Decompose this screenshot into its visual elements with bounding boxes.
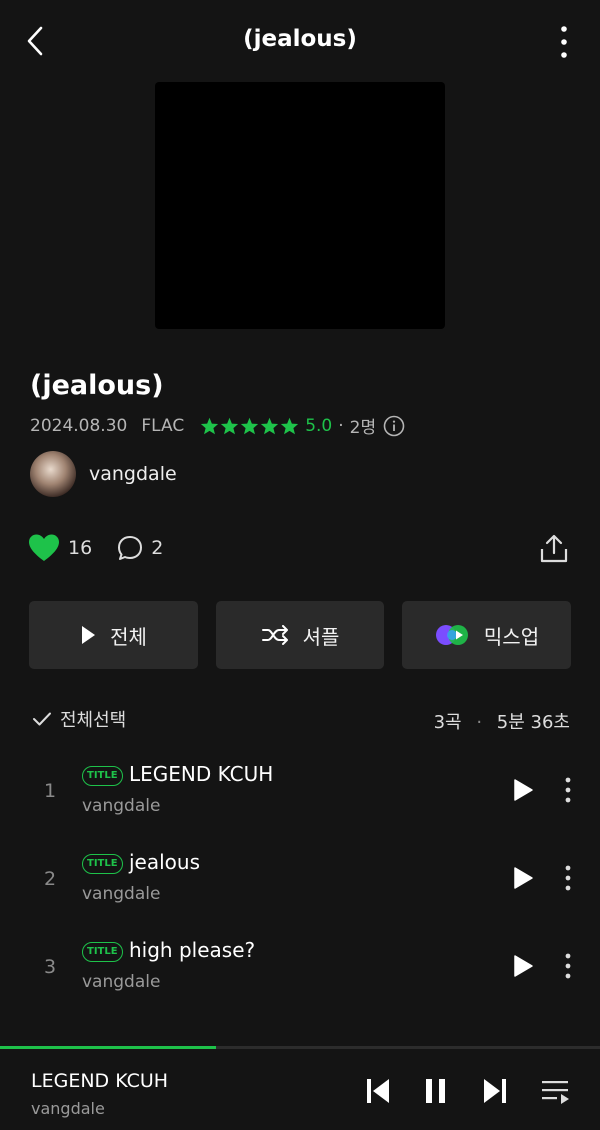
previous-button[interactable] [365, 1077, 391, 1109]
rating-count: 2명 [349, 418, 377, 438]
select-all-toggle[interactable]: 전체선택 [32, 706, 126, 732]
track-summary: 3곡 · 5분 36초 [434, 708, 570, 734]
track-title: jealous [129, 850, 201, 874]
star-icon [201, 417, 219, 434]
queue-icon [542, 1081, 569, 1104]
playlist-button[interactable] [541, 1079, 571, 1109]
play-icon [514, 955, 533, 977]
mixup-label: 믹스업 [483, 624, 540, 649]
comment-icon[interactable] [116, 534, 144, 562]
next-button[interactable] [482, 1077, 508, 1109]
track-more-button[interactable] [558, 776, 578, 804]
star-icon [221, 417, 239, 434]
mixup-button[interactable]: 믹스업 [402, 601, 571, 669]
track-row[interactable]: 2 TITLE jealous vangdale [0, 840, 600, 928]
page-title: (jealous) [243, 26, 357, 52]
artist-link[interactable]: vangdale [30, 451, 177, 497]
comment-count: 2 [151, 537, 164, 559]
audio-format: FLAC [141, 415, 185, 436]
more-vertical-icon [565, 953, 571, 979]
star-icon [261, 417, 279, 434]
track-number: 3 [44, 956, 57, 978]
track-artist[interactable]: vangdale [82, 884, 160, 904]
more-options-button[interactable] [550, 24, 578, 60]
track-title: high please? [129, 938, 256, 962]
social-row: 16 2 [28, 533, 163, 563]
artist-name[interactable]: vangdale [89, 463, 177, 485]
track-play-button[interactable] [512, 778, 534, 802]
now-playing-title: LEGEND KCUH [31, 1070, 169, 1092]
track-row[interactable]: 1 TITLE LEGEND KCUH vangdale [0, 752, 600, 840]
info-icon[interactable] [383, 415, 405, 437]
release-date: 2024.08.30 [30, 415, 128, 436]
track-artist[interactable]: vangdale [82, 796, 160, 816]
album-meta: 2024.08.30 FLAC 5.0 · 2명 [30, 413, 405, 438]
track-number: 1 [44, 780, 57, 802]
track-more-button[interactable] [558, 952, 578, 980]
star-icon [281, 417, 299, 434]
play-icon [514, 779, 533, 801]
play-icon [514, 867, 533, 889]
pause-button[interactable] [424, 1077, 448, 1109]
track-row[interactable]: 3 TITLE high please? vangdale [0, 928, 600, 1016]
track-play-button[interactable] [512, 954, 534, 978]
play-icon [82, 626, 96, 644]
title-badge: TITLE [82, 942, 123, 962]
track-artist[interactable]: vangdale [82, 972, 160, 992]
more-vertical-icon [561, 26, 567, 58]
play-all-button[interactable]: 전체 [29, 601, 198, 669]
skip-previous-icon [367, 1079, 389, 1103]
more-vertical-icon [565, 865, 571, 891]
share-icon [540, 534, 568, 563]
album-title: (jealous) [30, 370, 164, 401]
play-all-label: 전체 [110, 624, 147, 649]
pause-icon [426, 1079, 445, 1103]
rating-value: 5.0 [305, 415, 333, 436]
title-badge: TITLE [82, 766, 123, 786]
top-bar: (jealous) [0, 0, 600, 82]
like-count: 16 [68, 537, 93, 559]
shuffle-button[interactable]: 셔플 [216, 601, 384, 669]
separator-dot: · [476, 712, 483, 733]
artist-avatar[interactable] [30, 451, 76, 497]
mixup-icon [435, 625, 468, 645]
skip-next-icon [484, 1079, 506, 1103]
rating-stars[interactable] [200, 417, 299, 435]
track-more-button[interactable] [558, 864, 578, 892]
total-duration: 5분 36초 [496, 712, 570, 733]
separator-dot: · [338, 415, 344, 436]
progress-fill [0, 1046, 216, 1049]
shuffle-icon [261, 625, 288, 645]
track-number: 2 [44, 868, 57, 890]
star-icon [241, 417, 259, 434]
album-cover[interactable] [155, 82, 445, 329]
track-count: 3곡 [433, 712, 462, 733]
title-badge: TITLE [82, 854, 123, 874]
track-title: LEGEND KCUH [129, 762, 274, 786]
mini-player[interactable]: LEGEND KCUH vangdale [0, 1046, 600, 1130]
now-playing-artist: vangdale [31, 1099, 105, 1118]
share-button[interactable] [538, 533, 570, 565]
select-all-label: 전체선택 [60, 710, 127, 731]
shuffle-label: 셔플 [302, 624, 340, 649]
check-icon [33, 712, 51, 726]
heart-icon[interactable] [28, 533, 60, 563]
more-vertical-icon [565, 777, 571, 803]
track-play-button[interactable] [512, 866, 534, 890]
